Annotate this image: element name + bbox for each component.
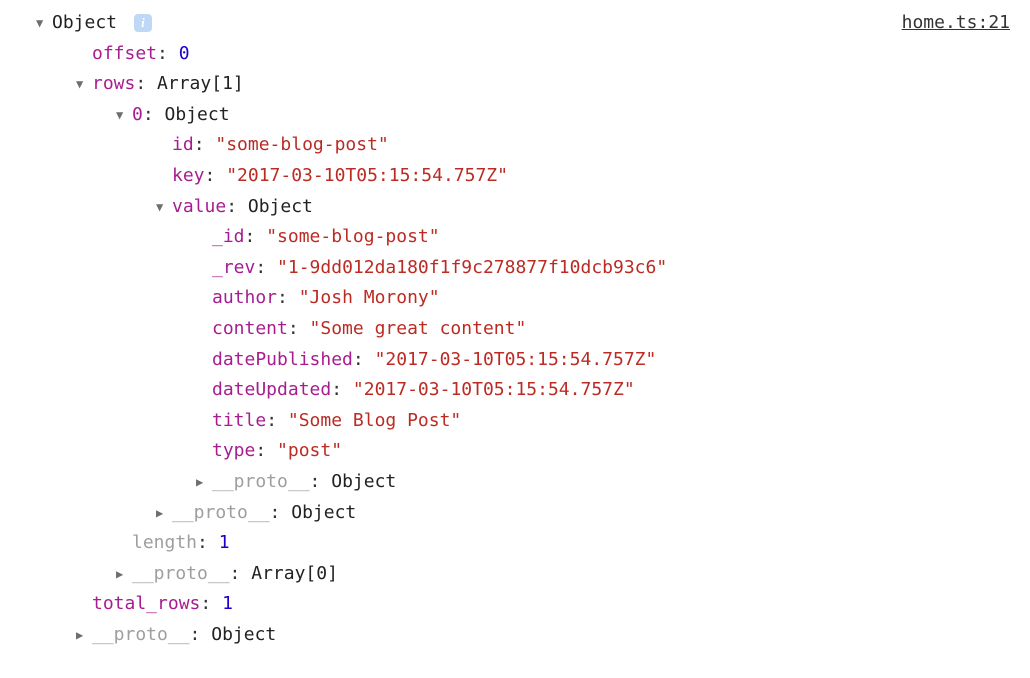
prop-key: _id [212, 222, 245, 253]
tree-row-author[interactable]: author: "Josh Morony" [12, 283, 1018, 314]
tree-row-_id[interactable]: _id: "some-blog-post" [12, 222, 1018, 253]
tree-row-dateUpdated[interactable]: dateUpdated: "2017-03-10T05:15:54.757Z" [12, 375, 1018, 406]
prop-value: "2017-03-10T05:15:54.757Z" [375, 345, 657, 376]
prop-key: value [172, 192, 226, 223]
tree-row-rows[interactable]: rows: Array[1] [12, 69, 1018, 100]
tree-row-value-proto[interactable]: __proto__: Object [12, 467, 1018, 498]
tree-row-type[interactable]: type: "post" [12, 436, 1018, 467]
info-icon[interactable]: i [134, 14, 152, 32]
prop-key: key [172, 161, 205, 192]
prop-value: "post" [277, 436, 342, 467]
prop-value: "Some great content" [310, 314, 527, 345]
prop-key: __proto__ [92, 620, 190, 651]
tree-row-_rev[interactable]: _rev: "1-9dd012da180f1f9c278877f10dcb93c… [12, 253, 1018, 284]
chevron-right-icon[interactable] [196, 472, 210, 492]
prop-value: Object [331, 467, 396, 498]
prop-value: Object [165, 100, 230, 131]
prop-key: __proto__ [132, 559, 230, 590]
prop-key: total_rows [92, 589, 200, 620]
prop-value: 0 [179, 39, 190, 70]
tree-row-content[interactable]: content: "Some great content" [12, 314, 1018, 345]
prop-key: content [212, 314, 288, 345]
tree-row-id[interactable]: id: "some-blog-post" [12, 130, 1018, 161]
prop-value: Array[0] [251, 559, 338, 590]
prop-key: title [212, 406, 266, 437]
prop-key: length [132, 528, 197, 559]
tree-row-index0[interactable]: 0: Object [12, 100, 1018, 131]
tree-row-root-proto[interactable]: __proto__: Object [12, 620, 1018, 651]
chevron-down-icon[interactable] [76, 74, 90, 94]
prop-value: Object [248, 192, 313, 223]
chevron-down-icon[interactable] [36, 13, 50, 33]
prop-value: "2017-03-10T05:15:54.757Z" [353, 375, 635, 406]
source-link[interactable]: home.ts:21 [902, 8, 1010, 39]
prop-value: "some-blog-post" [266, 222, 439, 253]
tree-row-total-rows[interactable]: total_rows: 1 [12, 589, 1018, 620]
tree-row-length[interactable]: length: 1 [12, 528, 1018, 559]
prop-value: Array[1] [157, 69, 244, 100]
chevron-right-icon[interactable] [116, 564, 130, 584]
prop-key: author [212, 283, 277, 314]
chevron-down-icon[interactable] [156, 197, 170, 217]
prop-value: 1 [219, 528, 230, 559]
prop-key: rows [92, 69, 135, 100]
tree-row-key[interactable]: key: "2017-03-10T05:15:54.757Z" [12, 161, 1018, 192]
object-label: Object [52, 8, 117, 39]
tree-row-value[interactable]: value: Object [12, 192, 1018, 223]
chevron-down-icon[interactable] [116, 105, 130, 125]
prop-key: __proto__ [172, 498, 270, 529]
tree-row-offset[interactable]: offset: 0 [12, 39, 1018, 70]
prop-key: 0 [132, 100, 143, 131]
prop-key: offset [92, 39, 157, 70]
prop-value: 1 [222, 589, 233, 620]
prop-value: "1-9dd012da180f1f9c278877f10dcb93c6" [277, 253, 667, 284]
prop-key: __proto__ [212, 467, 310, 498]
prop-value: Object [211, 620, 276, 651]
prop-value: "Josh Morony" [299, 283, 440, 314]
chevron-right-icon[interactable] [156, 503, 170, 523]
tree-row-rows-proto[interactable]: __proto__: Array[0] [12, 559, 1018, 590]
prop-key: datePublished [212, 345, 353, 376]
prop-value: "some-blog-post" [215, 130, 388, 161]
tree-row-root[interactable]: Object i [12, 8, 1018, 39]
prop-key: id [172, 130, 194, 161]
prop-value: "2017-03-10T05:15:54.757Z" [226, 161, 508, 192]
chevron-right-icon[interactable] [76, 625, 90, 645]
tree-row-row0-proto[interactable]: __proto__: Object [12, 498, 1018, 529]
tree-row-datePublished[interactable]: datePublished: "2017-03-10T05:15:54.757Z… [12, 345, 1018, 376]
prop-value: "Some Blog Post" [288, 406, 461, 437]
prop-key: type [212, 436, 255, 467]
tree-row-title[interactable]: title: "Some Blog Post" [12, 406, 1018, 437]
prop-key: _rev [212, 253, 255, 284]
prop-value: Object [291, 498, 356, 529]
prop-key: dateUpdated [212, 375, 331, 406]
